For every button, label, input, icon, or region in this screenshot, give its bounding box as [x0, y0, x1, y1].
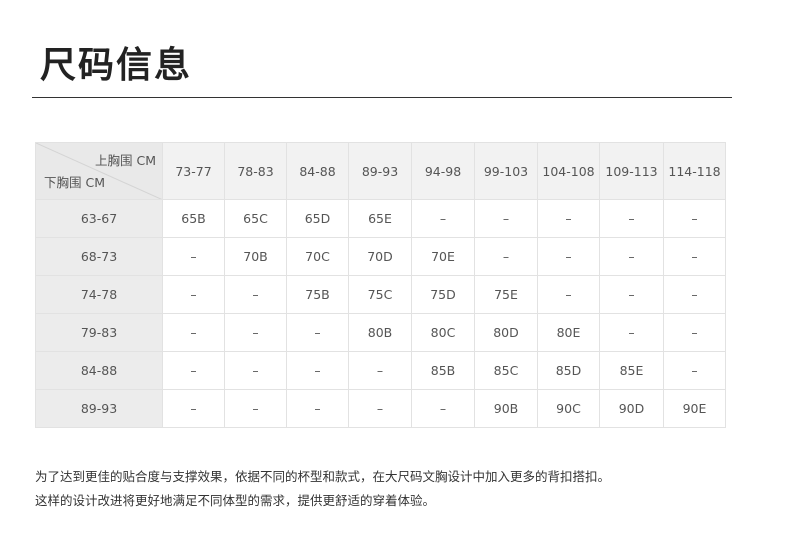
- row-header: 84-88: [35, 351, 163, 390]
- table-cell: 90E: [663, 389, 726, 428]
- table-cell: 90B: [474, 389, 538, 428]
- table-row: 74-78– –75B 75C 75D 75E – – –: [35, 275, 726, 314]
- column-header: 99-103: [474, 142, 538, 200]
- table-cell: 75B: [286, 275, 349, 314]
- table-cell: –: [474, 237, 538, 276]
- table-cell: –: [162, 351, 225, 390]
- table-cell: –: [224, 313, 287, 352]
- table-cell: 75D: [411, 275, 475, 314]
- table-row: 89-93– – – – –90B 90C 90D 90E: [35, 389, 726, 428]
- table-cell: –: [537, 237, 600, 276]
- table-cell: 70D: [348, 237, 412, 276]
- table-cell: –: [162, 275, 225, 314]
- table-row: 63-67 65B 65C 65D 65E – – – – –: [35, 199, 726, 238]
- title-divider: [32, 97, 732, 98]
- note-line-1: 为了达到更佳的贴合度与支撑效果，依据不同的杯型和款式，在大尺码文胸设计中加入更多…: [35, 469, 611, 484]
- row-header: 79-83: [35, 313, 163, 352]
- table-cell: 90C: [537, 389, 600, 428]
- table-cell: –: [224, 389, 287, 428]
- table-body: 63-67 65B 65C 65D 65E – – – – –68-73–70B 70C 70D 70E…: [35, 199, 726, 428]
- table-row: 79-83– – –80B 80C 80D 80E – –: [35, 313, 726, 352]
- table-cell: 65C: [224, 199, 287, 238]
- row-header: 89-93: [35, 389, 163, 428]
- table-cell: 65E: [348, 199, 412, 238]
- row-header: 74-78: [35, 275, 163, 314]
- column-header: 104-108: [537, 142, 600, 200]
- table-cell: –: [224, 351, 287, 390]
- table-cell: –: [162, 389, 225, 428]
- row-header: 68-73: [35, 237, 163, 276]
- table-cell: 80E: [537, 313, 600, 352]
- table-cell: –: [663, 351, 726, 390]
- table-cell: –: [286, 389, 349, 428]
- table-cell: 70B: [224, 237, 287, 276]
- table-cell: 80B: [348, 313, 412, 352]
- size-chart-table: 上胸围 CM 下胸围 CM 73-77 78-83 84-88 89-93 94-98 9…: [35, 142, 726, 428]
- column-header: 114-118: [663, 142, 726, 200]
- table-cell: –: [162, 237, 225, 276]
- table-cell: 65D: [286, 199, 349, 238]
- corner-header: 上胸围 CM 下胸围 CM: [35, 142, 163, 200]
- column-header: 73-77: [162, 142, 225, 200]
- table-cell: 70C: [286, 237, 349, 276]
- table-cell: –: [663, 313, 726, 352]
- table-cell: 85D: [537, 351, 600, 390]
- table-cell: –: [162, 313, 225, 352]
- table-cell: 85E: [599, 351, 664, 390]
- table-row: 68-73–70B 70C 70D 70E – – – –: [35, 237, 726, 276]
- table-cell: –: [348, 389, 412, 428]
- table-cell: 85C: [474, 351, 538, 390]
- table-cell: –: [537, 199, 600, 238]
- row-header: 63-67: [35, 199, 163, 238]
- table-cell: –: [599, 199, 664, 238]
- table-cell: –: [537, 275, 600, 314]
- header-row: 上胸围 CM 下胸围 CM 73-77 78-83 84-88 89-93 94-98 9…: [35, 142, 726, 200]
- table-cell: –: [348, 351, 412, 390]
- upper-bust-label: 上胸围 CM: [95, 153, 156, 168]
- table-cell: 65B: [162, 199, 225, 238]
- page-title: 尺码信息: [40, 45, 193, 86]
- table-cell: 80D: [474, 313, 538, 352]
- table-cell: –: [411, 389, 475, 428]
- table-cell: –: [663, 199, 726, 238]
- table-cell: –: [411, 199, 475, 238]
- table-cell: –: [286, 351, 349, 390]
- table-cell: –: [224, 275, 287, 314]
- table-cell: 75E: [474, 275, 538, 314]
- column-header: 84-88: [286, 142, 349, 200]
- table-cell: –: [663, 237, 726, 276]
- table-row: 84-88– – – –85B 85C 85D 85E –: [35, 351, 726, 390]
- table-cell: 80C: [411, 313, 475, 352]
- table-cell: –: [599, 237, 664, 276]
- column-header: 109-113: [599, 142, 664, 200]
- column-header: 78-83: [224, 142, 287, 200]
- note-line-2: 这样的设计改进将更好地满足不同体型的需求，提供更舒适的穿着体验。: [35, 493, 436, 508]
- under-bust-label: 下胸围 CM: [44, 175, 105, 190]
- column-header: 94-98: [411, 142, 475, 200]
- table-cell: –: [599, 313, 664, 352]
- table-cell: –: [286, 313, 349, 352]
- table-cell: –: [599, 275, 664, 314]
- table-cell: 85B: [411, 351, 475, 390]
- table-cell: 70E: [411, 237, 475, 276]
- table-cell: 75C: [348, 275, 412, 314]
- table-cell: –: [474, 199, 538, 238]
- table-cell: 90D: [599, 389, 664, 428]
- column-header: 89-93: [348, 142, 412, 200]
- table-cell: –: [663, 275, 726, 314]
